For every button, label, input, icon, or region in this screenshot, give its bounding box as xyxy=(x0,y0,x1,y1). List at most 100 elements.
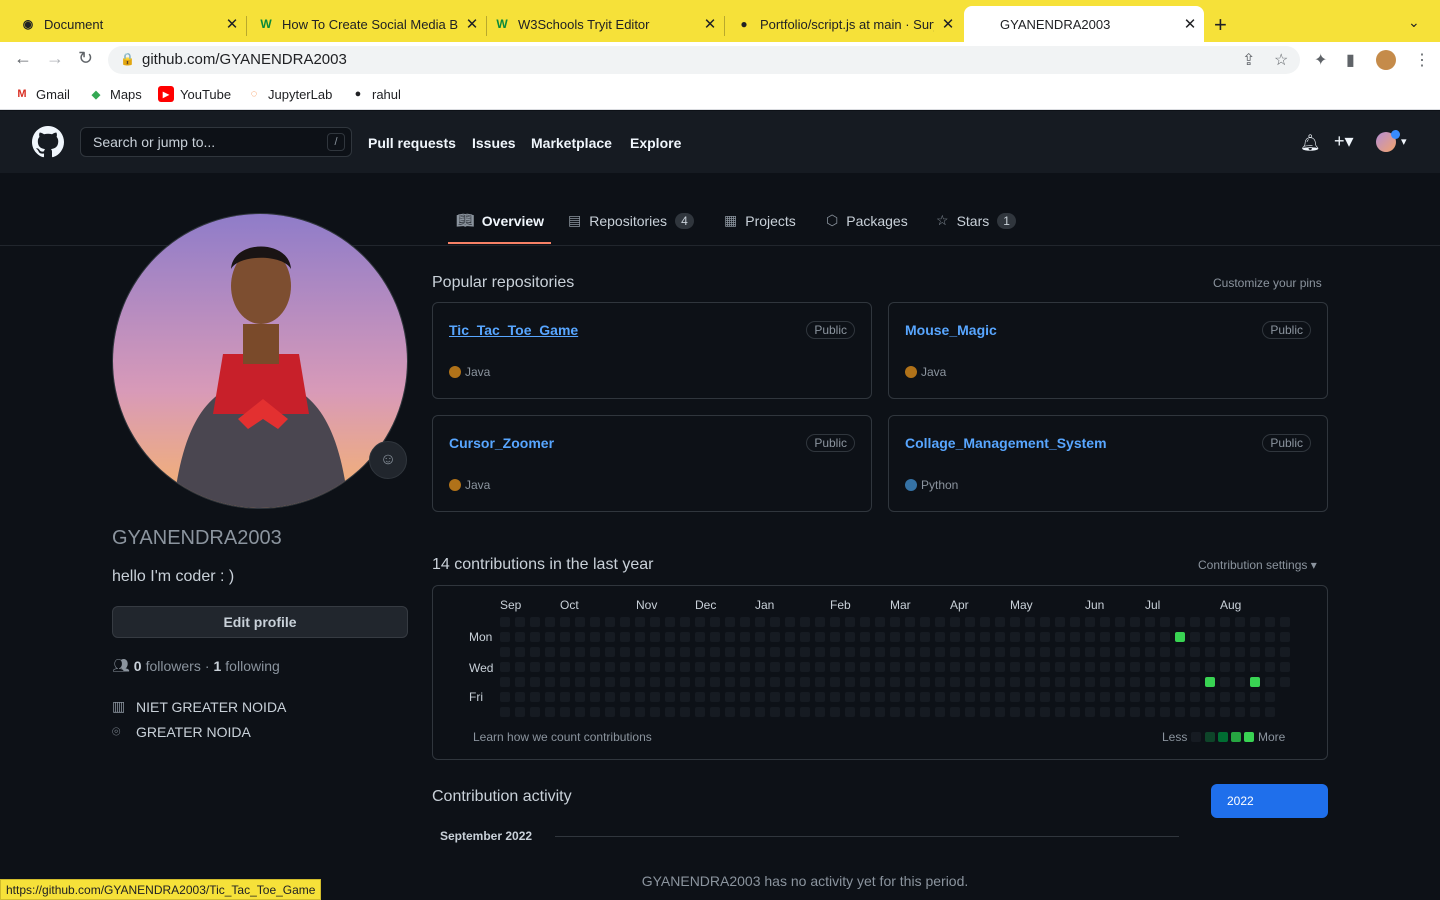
contribution-cell[interactable] xyxy=(515,632,525,642)
contribution-cell[interactable] xyxy=(1145,647,1155,657)
contribution-cell[interactable] xyxy=(1115,662,1125,672)
contribution-cell[interactable] xyxy=(950,632,960,642)
contribution-cell[interactable] xyxy=(755,707,765,717)
contribution-cell[interactable] xyxy=(815,677,825,687)
contribution-cell[interactable] xyxy=(695,647,705,657)
contribution-cell[interactable] xyxy=(830,677,840,687)
contribution-cell[interactable] xyxy=(905,617,915,627)
contribution-cell[interactable] xyxy=(530,632,540,642)
contribution-cell[interactable] xyxy=(1160,692,1170,702)
contribution-cell[interactable] xyxy=(650,647,660,657)
contribution-cell[interactable] xyxy=(695,617,705,627)
contribution-cell[interactable] xyxy=(560,707,570,717)
contribution-cell[interactable] xyxy=(575,632,585,642)
contribution-cell[interactable] xyxy=(635,677,645,687)
contribution-cell[interactable] xyxy=(1130,692,1140,702)
browser-avatar[interactable] xyxy=(1376,50,1396,70)
contribution-cell[interactable] xyxy=(560,677,570,687)
contribution-cell[interactable] xyxy=(965,662,975,672)
contribution-cell[interactable] xyxy=(815,647,825,657)
contribution-cell[interactable] xyxy=(1190,632,1200,642)
contribution-cell[interactable] xyxy=(605,662,615,672)
contribution-cell[interactable] xyxy=(605,707,615,717)
contribution-cell[interactable] xyxy=(1040,617,1050,627)
contribution-cell[interactable] xyxy=(1250,662,1260,672)
contribution-cell[interactable] xyxy=(695,632,705,642)
contribution-cell[interactable] xyxy=(1235,662,1245,672)
contribution-cell[interactable] xyxy=(1085,707,1095,717)
contribution-cell[interactable] xyxy=(1235,677,1245,687)
contribution-cell[interactable] xyxy=(995,632,1005,642)
contribution-cell[interactable] xyxy=(1175,632,1185,642)
contribution-cell[interactable] xyxy=(680,617,690,627)
contribution-cell[interactable] xyxy=(950,677,960,687)
contribution-cell[interactable] xyxy=(590,632,600,642)
contribution-cell[interactable] xyxy=(1205,617,1215,627)
contribution-cell[interactable] xyxy=(920,617,930,627)
contribution-cell[interactable] xyxy=(965,707,975,717)
contribution-cell[interactable] xyxy=(800,617,810,627)
repo-link[interactable]: Collage_Management_System xyxy=(905,435,1107,451)
contribution-cell[interactable] xyxy=(845,677,855,687)
tab-packages[interactable]: ⬡ Packages xyxy=(826,212,908,229)
contribution-cell[interactable] xyxy=(680,677,690,687)
contribution-cell[interactable] xyxy=(1190,647,1200,657)
contribution-cell[interactable] xyxy=(785,677,795,687)
contribution-cell[interactable] xyxy=(1100,617,1110,627)
contribution-cell[interactable] xyxy=(875,647,885,657)
contribution-cell[interactable] xyxy=(905,632,915,642)
contribution-cell[interactable] xyxy=(755,647,765,657)
contribution-cell[interactable] xyxy=(545,617,555,627)
contribution-cell[interactable] xyxy=(965,647,975,657)
contribution-cell[interactable] xyxy=(650,617,660,627)
contribution-cell[interactable] xyxy=(935,632,945,642)
contribution-cell[interactable] xyxy=(1280,617,1290,627)
contribution-cell[interactable] xyxy=(830,617,840,627)
plus-dropdown-icon[interactable]: +▾ xyxy=(1334,131,1354,152)
contribution-cell[interactable] xyxy=(560,692,570,702)
contribution-cell[interactable] xyxy=(560,632,570,642)
contribution-cell[interactable] xyxy=(590,647,600,657)
contribution-cell[interactable] xyxy=(620,677,630,687)
contribution-cell[interactable] xyxy=(605,632,615,642)
contribution-cell[interactable] xyxy=(905,662,915,672)
bookmark-youtube[interactable]: ▶ YouTube xyxy=(158,86,231,102)
contribution-cell[interactable] xyxy=(680,707,690,717)
contribution-cell[interactable] xyxy=(1025,647,1035,657)
contribution-cell[interactable] xyxy=(710,662,720,672)
contribution-cell[interactable] xyxy=(755,632,765,642)
contribution-cell[interactable] xyxy=(1085,692,1095,702)
contribution-cell[interactable] xyxy=(575,692,585,702)
contribution-cell[interactable] xyxy=(1160,677,1170,687)
contribution-cell[interactable] xyxy=(1280,647,1290,657)
contribution-cell[interactable] xyxy=(725,692,735,702)
contribution-cell[interactable] xyxy=(1235,617,1245,627)
share-icon[interactable]: ⇪ xyxy=(1242,50,1255,70)
contribution-cell[interactable] xyxy=(725,707,735,717)
contribution-cell[interactable] xyxy=(1040,662,1050,672)
contribution-cell[interactable] xyxy=(770,677,780,687)
contribution-cell[interactable] xyxy=(665,632,675,642)
contribution-cell[interactable] xyxy=(770,632,780,642)
browser-tab-social[interactable]: W How To Create Social Media Bu ✕ xyxy=(238,6,486,42)
contribution-cell[interactable] xyxy=(815,617,825,627)
contribution-cell[interactable] xyxy=(1220,662,1230,672)
contribution-cell[interactable] xyxy=(875,692,885,702)
contribution-cell[interactable] xyxy=(845,662,855,672)
followers-label[interactable]: followers xyxy=(146,658,201,674)
contribution-cell[interactable] xyxy=(575,662,585,672)
contribution-cell[interactable] xyxy=(1265,677,1275,687)
contribution-cell[interactable] xyxy=(740,692,750,702)
contribution-cell[interactable] xyxy=(860,707,870,717)
contribution-cell[interactable] xyxy=(1190,662,1200,672)
contribution-cell[interactable] xyxy=(920,647,930,657)
contribution-cell[interactable] xyxy=(800,692,810,702)
search-input[interactable]: Search or jump to... / xyxy=(80,127,352,157)
contribution-cell[interactable] xyxy=(605,617,615,627)
contribution-cell[interactable] xyxy=(1235,647,1245,657)
contribution-cell[interactable] xyxy=(500,647,510,657)
extensions-icon[interactable]: ✦ xyxy=(1314,50,1327,70)
contribution-cell[interactable] xyxy=(500,617,510,627)
contribution-cell[interactable] xyxy=(1190,677,1200,687)
contribution-cell[interactable] xyxy=(1190,692,1200,702)
